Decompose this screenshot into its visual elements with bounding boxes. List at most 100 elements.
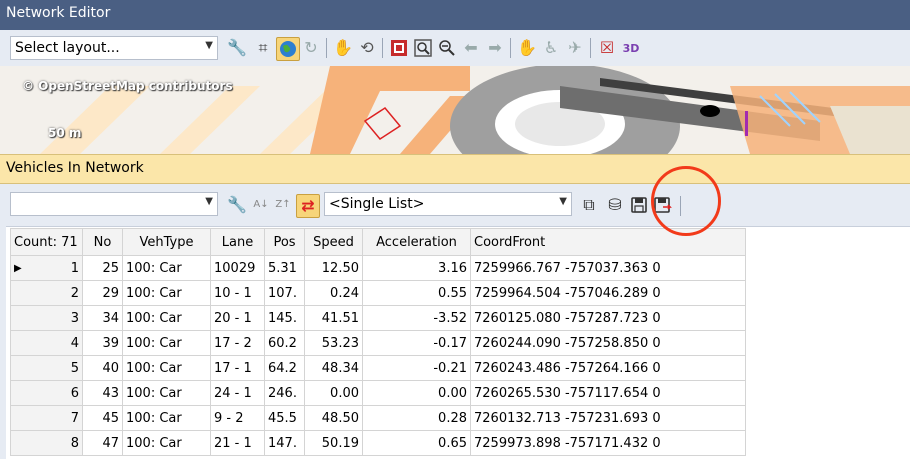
cell-lane[interactable]: 17 - 2 <box>210 330 265 356</box>
cell-vehtype[interactable]: 100: Car <box>122 380 211 406</box>
cell-pos[interactable]: 45.5 <box>264 405 305 431</box>
sort-ascending-icon[interactable]: A↓ <box>250 194 272 216</box>
cell-no[interactable]: 43 <box>82 380 123 406</box>
cell-no[interactable]: 47 <box>82 430 123 456</box>
table-row[interactable]: 3 34 100: Car 20 - 1 145. 41.51 -3.52 7260125.0… <box>10 305 746 331</box>
cell-speed[interactable]: 48.50 <box>304 405 363 431</box>
cell-pos[interactable]: 145. <box>264 305 305 331</box>
cell-coordfront[interactable]: 7259964.504 -757046.289 0 <box>470 280 746 306</box>
forward-arrow-icon[interactable]: ➡ <box>484 37 506 59</box>
pan-hand-icon[interactable]: ✋ <box>516 37 538 59</box>
cell-lane[interactable]: 17 - 1 <box>210 355 265 381</box>
cell-pos[interactable]: 5.31 <box>264 255 305 281</box>
zoom-window-icon[interactable] <box>412 37 434 59</box>
copy-icon[interactable]: ⧉ <box>578 194 600 216</box>
row-header[interactable]: 7 <box>10 405 83 431</box>
cell-coordfront[interactable]: 7260244.090 -757258.850 0 <box>470 330 746 356</box>
cell-lane[interactable]: 9 - 2 <box>210 405 265 431</box>
cell-no[interactable]: 29 <box>82 280 123 306</box>
cell-acceleration[interactable]: 3.16 <box>362 255 471 281</box>
sort-descending-icon[interactable]: Z↑ <box>272 194 294 216</box>
database-icon[interactable]: ⛁ <box>604 194 626 216</box>
cell-pos[interactable]: 107. <box>264 280 305 306</box>
table-row[interactable]: 6 43 100: Car 24 - 1 246. 0.00 0.00 7260265.530… <box>10 380 746 406</box>
row-header[interactable]: 4 <box>10 330 83 356</box>
row-header[interactable]: 8 <box>10 430 83 456</box>
zoom-out-icon[interactable] <box>436 37 458 59</box>
hand-pin-icon[interactable]: ✋ <box>332 37 354 59</box>
table-row[interactable]: 5 40 100: Car 17 - 1 64.2 48.34 -0.21 7260243.4… <box>10 355 746 381</box>
cell-pos[interactable]: 246. <box>264 380 305 406</box>
cell-no[interactable]: 39 <box>82 330 123 356</box>
list-mode-select[interactable]: <Single List> ▼ <box>324 192 572 216</box>
cell-speed[interactable]: 50.19 <box>304 430 363 456</box>
column-header-pos[interactable]: Pos <box>264 228 305 256</box>
globe-icon[interactable] <box>276 37 300 61</box>
row-header[interactable]: ▶ 1 <box>10 255 83 281</box>
walk-icon[interactable]: ♿ <box>540 37 562 59</box>
layout-select[interactable]: Select layout... ▼ <box>10 36 218 60</box>
pointer-refresh-icon[interactable]: ⟲ <box>356 37 378 59</box>
cell-acceleration[interactable]: 0.55 <box>362 280 471 306</box>
delete-view-icon[interactable]: ☒ <box>596 37 618 59</box>
cell-lane[interactable]: 20 - 1 <box>210 305 265 331</box>
cell-vehtype[interactable]: 100: Car <box>122 280 211 306</box>
table-row[interactable]: 7 45 100: Car 9 - 2 45.5 48.50 0.28 7260132.713… <box>10 405 746 431</box>
back-arrow-icon[interactable]: ⬅ <box>460 37 482 59</box>
cell-no[interactable]: 40 <box>82 355 123 381</box>
cell-coordfront[interactable]: 7259966.767 -757037.363 0 <box>470 255 746 281</box>
cell-no[interactable]: 34 <box>82 305 123 331</box>
row-header[interactable]: 5 <box>10 355 83 381</box>
table-row[interactable]: ▶ 1 25 100: Car 10029 5.31 12.50 3.16 7259966.76… <box>10 255 746 281</box>
cell-acceleration[interactable]: -0.21 <box>362 355 471 381</box>
row-header[interactable]: 3 <box>10 305 83 331</box>
cell-acceleration[interactable]: -0.17 <box>362 330 471 356</box>
cell-speed[interactable]: 0.00 <box>304 380 363 406</box>
table-row[interactable]: 2 29 100: Car 10 - 1 107. 0.24 0.55 7259964.504… <box>10 280 746 306</box>
3d-icon[interactable]: 3D <box>620 37 642 59</box>
cell-speed[interactable]: 41.51 <box>304 305 363 331</box>
cell-coordfront[interactable]: 7260243.486 -757264.166 0 <box>470 355 746 381</box>
column-header-acceleration[interactable]: Acceleration <box>362 228 471 256</box>
cell-lane[interactable]: 10029 <box>210 255 265 281</box>
attribute-select[interactable]: ▼ <box>10 192 218 216</box>
cell-vehtype[interactable]: 100: Car <box>122 355 211 381</box>
save-icon[interactable] <box>628 194 650 216</box>
cell-acceleration[interactable]: 0.65 <box>362 430 471 456</box>
cell-vehtype[interactable]: 100: Car <box>122 305 211 331</box>
cell-coordfront[interactable]: 7260125.080 -757287.723 0 <box>470 305 746 331</box>
cell-lane[interactable]: 10 - 1 <box>210 280 265 306</box>
cell-lane[interactable]: 21 - 1 <box>210 430 265 456</box>
row-header[interactable]: 6 <box>10 380 83 406</box>
sync-icon[interactable]: ⇄ <box>296 194 320 218</box>
column-header-no[interactable]: No <box>82 228 123 256</box>
count-header[interactable]: Count: 71 <box>10 228 83 256</box>
rotate-icon[interactable]: ↻ <box>300 37 322 59</box>
cell-pos[interactable]: 60.2 <box>264 330 305 356</box>
cell-vehtype[interactable]: 100: Car <box>122 255 211 281</box>
column-header-speed[interactable]: Speed <box>304 228 363 256</box>
cell-coordfront[interactable]: 7260265.530 -757117.654 0 <box>470 380 746 406</box>
grid-icon[interactable]: ⌗ <box>252 37 274 59</box>
plane-icon[interactable]: ✈ <box>564 37 586 59</box>
cell-acceleration[interactable]: 0.28 <box>362 405 471 431</box>
cell-vehtype[interactable]: 100: Car <box>122 405 211 431</box>
cell-no[interactable]: 45 <box>82 405 123 431</box>
cell-pos[interactable]: 147. <box>264 430 305 456</box>
cell-acceleration[interactable]: -3.52 <box>362 305 471 331</box>
cell-no[interactable]: 25 <box>82 255 123 281</box>
cell-coordfront[interactable]: 7259973.898 -757171.432 0 <box>470 430 746 456</box>
column-header-coordfront[interactable]: CoordFront <box>470 228 746 256</box>
cell-vehtype[interactable]: 100: Car <box>122 330 211 356</box>
wrench-icon[interactable]: 🔧 <box>226 37 248 59</box>
cell-lane[interactable]: 24 - 1 <box>210 380 265 406</box>
cell-acceleration[interactable]: 0.00 <box>362 380 471 406</box>
row-header[interactable]: 2 <box>10 280 83 306</box>
zoom-fit-icon[interactable] <box>388 37 410 59</box>
cell-vehtype[interactable]: 100: Car <box>122 430 211 456</box>
table-row[interactable]: 8 47 100: Car 21 - 1 147. 50.19 0.65 7259973.89… <box>10 430 746 456</box>
column-header-lane[interactable]: Lane <box>210 228 265 256</box>
column-header-vehtype[interactable]: VehType <box>122 228 211 256</box>
wrench-icon[interactable]: 🔧 <box>226 194 248 216</box>
table-row[interactable]: 4 39 100: Car 17 - 2 60.2 53.23 -0.17 7260244.0… <box>10 330 746 356</box>
